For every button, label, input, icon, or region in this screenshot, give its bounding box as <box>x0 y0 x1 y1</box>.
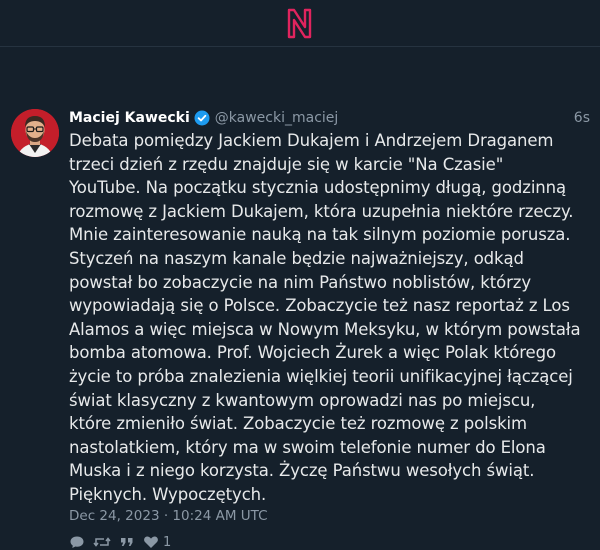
avatar-image-icon <box>11 109 59 157</box>
heart-icon <box>144 536 158 548</box>
reply-button[interactable] <box>69 534 85 550</box>
tweet-text: Debata pomiędzy Jackiem Dukajem i Andrze… <box>69 131 581 504</box>
tweet-actions: 1 <box>69 534 179 550</box>
tweet-header: Maciej Kawecki @kawecki_maciej 6s <box>69 108 590 128</box>
top-bar <box>0 0 600 47</box>
retweet-icon <box>93 537 111 547</box>
author-handle[interactable]: @kawecki_maciej <box>215 110 339 126</box>
like-count: 1 <box>163 534 172 550</box>
n-logo-icon <box>287 8 312 39</box>
verified-badge-icon <box>194 110 210 126</box>
tweet-time-ago[interactable]: 6s <box>574 110 590 126</box>
like-button[interactable]: 1 <box>143 534 171 550</box>
quote-icon <box>121 538 133 546</box>
app-logo[interactable] <box>286 7 314 39</box>
retweet-button[interactable] <box>93 534 111 550</box>
tweet-date[interactable]: Dec 24, 2023 · 10:24 AM UTC <box>69 508 268 524</box>
author-name[interactable]: Maciej Kawecki <box>69 110 190 126</box>
reply-icon <box>70 536 84 548</box>
quote-button[interactable] <box>119 534 135 550</box>
avatar[interactable] <box>11 109 59 157</box>
